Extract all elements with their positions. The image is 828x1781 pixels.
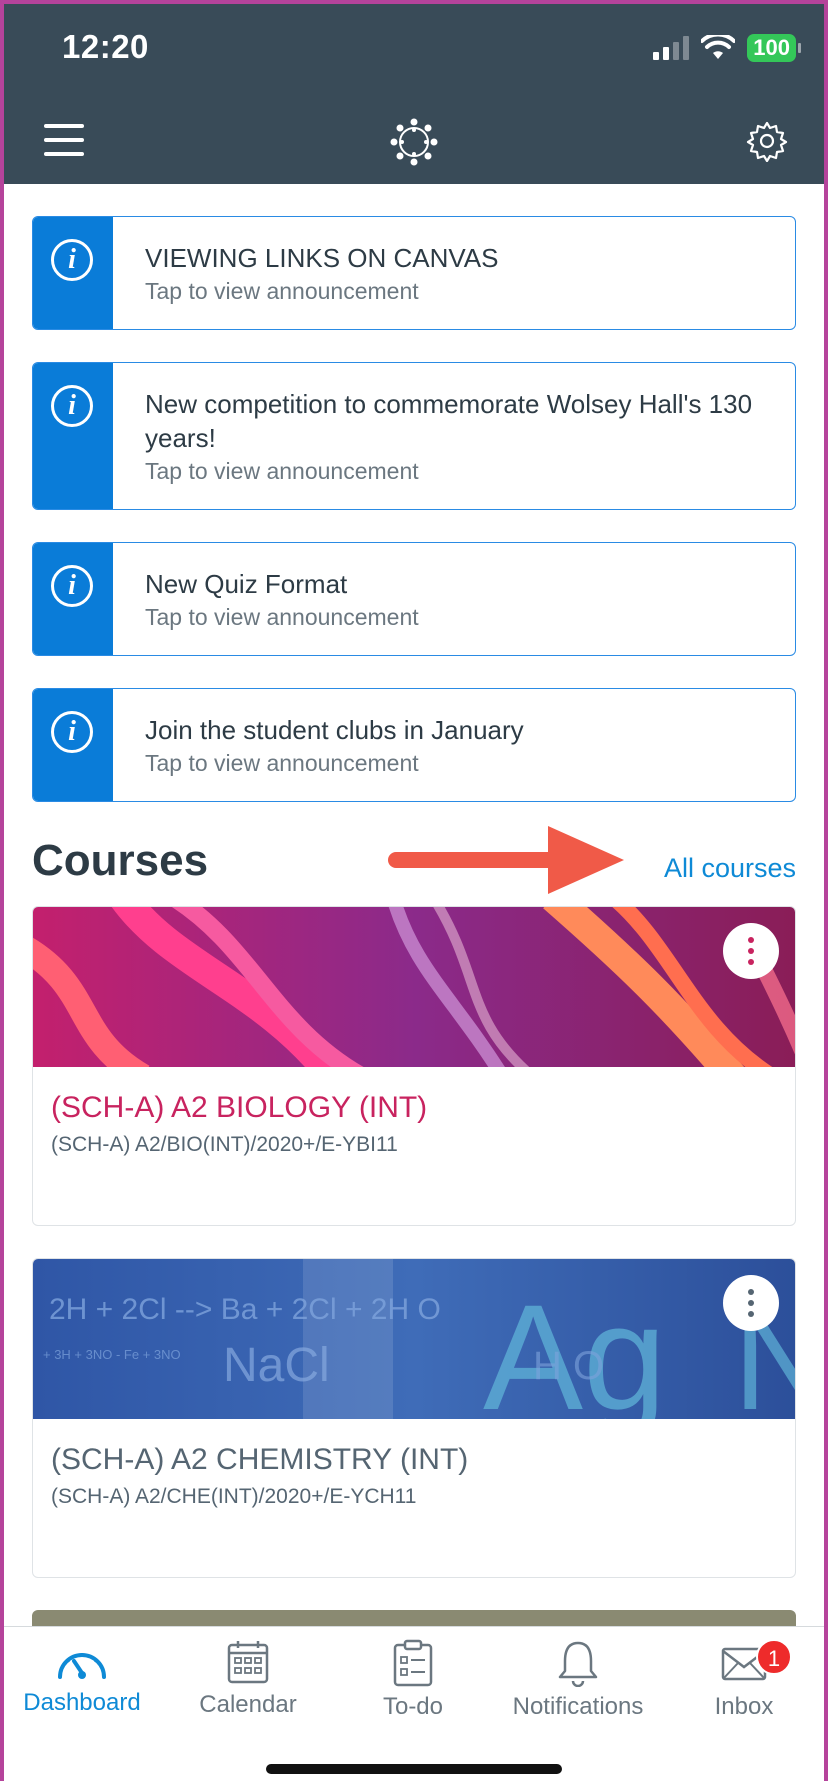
announcement-card[interactable]: i New competition to commemorate Wolsey …	[32, 362, 796, 510]
svg-text:+ 3H + 3NO - Fe + 3NO: + 3H + 3NO - Fe + 3NO	[43, 1347, 181, 1362]
tab-calendar[interactable]: Calendar	[168, 1639, 328, 1719]
settings-gear-icon[interactable]	[746, 120, 788, 162]
tab-label: Dashboard	[23, 1689, 141, 1716]
tab-inbox[interactable]: 1 Inbox	[664, 1639, 824, 1721]
announcement-title: VIEWING LINKS ON CANVAS	[145, 243, 499, 273]
info-icon: i	[51, 239, 93, 281]
svg-text:H O: H O	[533, 1344, 604, 1388]
tab-label: Notifications	[512, 1693, 644, 1720]
svg-text:NaCl: NaCl	[223, 1339, 330, 1392]
course-code: (SCH-A) A2/CHE(INT)/2020+/E-YCH11	[51, 1485, 417, 1508]
status-icons: 100	[653, 34, 801, 62]
todo-icon	[393, 1639, 433, 1687]
course-card-partial[interactable]	[32, 1610, 796, 1626]
courses-heading: Courses	[32, 836, 209, 885]
inbox-badge: 1	[756, 1639, 792, 1675]
wifi-icon	[701, 35, 736, 59]
course-code: (SCH-A) A2/BIO(INT)/2020+/E-YBI11	[51, 1133, 398, 1156]
calendar-icon	[227, 1641, 269, 1684]
canvas-logo-icon	[390, 118, 438, 166]
info-icon: i	[51, 711, 93, 753]
tab-label: Inbox	[714, 1693, 774, 1720]
announcement-card[interactable]: i New Quiz Format Tap to view announceme…	[32, 542, 796, 656]
top-bar: 12:20 100	[0, 0, 828, 184]
tab-label: To-do	[382, 1693, 444, 1720]
svg-text:2H + 2Cl --> Ba + 2Cl + 2H: 2H + 2Cl --> Ba + 2Cl + 2H O	[49, 1293, 441, 1326]
announcement-subtitle: Tap to view announcement	[145, 278, 419, 304]
course-options-button[interactable]	[723, 1275, 779, 1331]
info-icon: i	[51, 565, 93, 607]
tab-notifications[interactable]: Notifications	[498, 1639, 658, 1721]
battery-icon: 100	[747, 34, 801, 62]
tab-dashboard[interactable]: Dashboard	[2, 1639, 162, 1717]
tab-bar: Dashboard Calendar To-do Notifications 1…	[0, 1626, 828, 1781]
dashboard-icon	[58, 1653, 106, 1679]
status-time: 12:20	[62, 28, 149, 65]
hamburger-menu-icon[interactable]	[44, 124, 84, 156]
announcement-title: New Quiz Format	[145, 569, 348, 599]
tab-label: Calendar	[199, 1691, 297, 1718]
announcement-subtitle: Tap to view announcement	[145, 604, 419, 630]
announcement-title: Join the student clubs in January	[145, 715, 524, 745]
course-options-button[interactable]	[723, 923, 779, 979]
course-name: (SCH-A) A2 BIOLOGY (INT)	[51, 1091, 428, 1124]
all-courses-link[interactable]: All courses	[664, 853, 796, 884]
home-indicator	[266, 1764, 562, 1774]
info-icon: i	[51, 385, 93, 427]
course-image: 2H + 2Cl --> Ba + 2Cl + 2H O + 3H + 3NO …	[33, 1259, 795, 1419]
announcement-card[interactable]: i VIEWING LINKS ON CANVAS Tap to view an…	[32, 216, 796, 330]
announcement-subtitle: Tap to view announcement	[145, 458, 419, 484]
announcement-title: New competition to commemorate Wolsey Ha…	[145, 389, 753, 453]
annotation-arrow-icon	[388, 826, 624, 894]
bell-icon	[558, 1641, 598, 1687]
tab-todo[interactable]: To-do	[333, 1639, 493, 1721]
course-image	[33, 907, 795, 1067]
course-name: (SCH-A) A2 CHEMISTRY (INT)	[51, 1443, 469, 1476]
announcement-subtitle: Tap to view announcement	[145, 750, 419, 776]
signal-icon	[653, 36, 690, 60]
course-card-biology[interactable]: (SCH-A) A2 BIOLOGY (INT) (SCH-A) A2/BIO(…	[32, 906, 796, 1226]
course-card-chemistry[interactable]: 2H + 2Cl --> Ba + 2Cl + 2H O + 3H + 3NO …	[32, 1258, 796, 1578]
announcement-card[interactable]: i Join the student clubs in January Tap …	[32, 688, 796, 802]
